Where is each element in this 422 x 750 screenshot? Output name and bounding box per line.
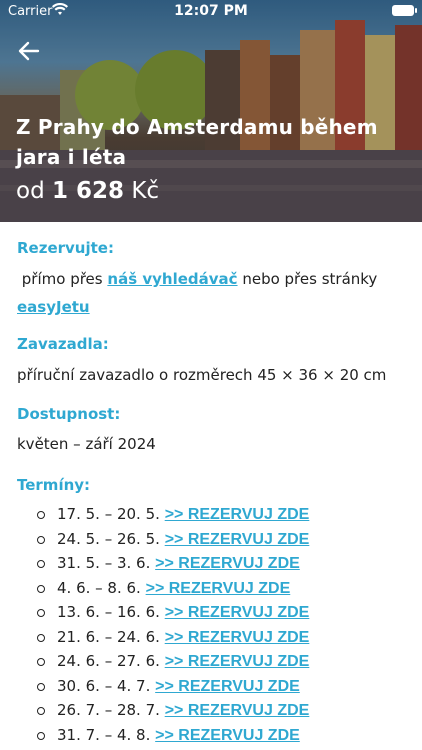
bullet-icon xyxy=(37,609,45,617)
term-dates: 31. 5. – 3. 6. xyxy=(57,554,151,572)
reserve-link[interactable]: >> REZERVUJ ZDE xyxy=(155,727,300,744)
term-dates: 4. 6. – 8. 6. xyxy=(57,578,141,597)
easyjet-link[interactable]: easyJetu xyxy=(17,298,90,316)
reserve-link[interactable]: >> REZERVUJ ZDE xyxy=(165,653,310,670)
list-item: 21. 6. – 24. 6. >> REZERVUJ ZDE xyxy=(17,625,409,650)
rezervujte-label: Rezervujte: xyxy=(17,239,114,257)
dostupnost-label: Dostupnost: xyxy=(17,405,121,423)
terms-list: 17. 5. – 20. 5. >> REZERVUJ ZDE 24. 5. –… xyxy=(17,502,409,747)
rezervujte-text-2: nebo přes stránky xyxy=(242,270,378,288)
reserve-link[interactable]: >> REZERVUJ ZDE xyxy=(165,531,310,548)
bullet-icon xyxy=(37,535,45,544)
list-item: 30. 6. – 4. 7. >> REZERVUJ ZDE xyxy=(17,674,409,699)
list-item: 13. 6. – 16. 6. >> REZERVUJ ZDE xyxy=(17,600,409,625)
status-bar: Carrier 12:07 PM xyxy=(0,0,422,22)
term-dates: 26. 7. – 28. 7. xyxy=(57,701,160,719)
zavazadla-label: Zavazadla: xyxy=(17,335,109,353)
price: od 1 628 Kč xyxy=(16,176,159,206)
price-value: 1 628 xyxy=(51,178,125,204)
price-currency: Kč xyxy=(131,178,160,204)
reserve-link[interactable]: >> REZERVUJ ZDE xyxy=(165,629,310,646)
price-prefix: od xyxy=(16,178,45,204)
zavazadla-text: příruční zavazadlo o rozměrech 45 × 36 ×… xyxy=(17,366,387,384)
terminy-label: Termíny: xyxy=(17,476,91,494)
bullet-icon xyxy=(37,633,45,642)
bullet-icon xyxy=(37,584,45,593)
list-item: 4. 6. – 8. 6. >> REZERVUJ ZDE xyxy=(17,576,409,601)
bullet-icon xyxy=(37,682,45,691)
reserve-link[interactable]: >> REZERVUJ ZDE xyxy=(165,702,310,719)
term-dates: 17. 5. – 20. 5. xyxy=(57,505,160,523)
bullet-icon xyxy=(37,511,45,519)
term-dates: 13. 6. – 16. 6. xyxy=(57,603,160,621)
bullet-icon xyxy=(37,731,45,740)
reserve-link[interactable]: >> REZERVUJ ZDE xyxy=(146,580,291,597)
rezervujte-text: přímo přes náš vyhledávač nebo přes strá… xyxy=(17,265,397,321)
reserve-link[interactable]: >> REZERVUJ ZDE xyxy=(155,678,300,695)
page-title: Z Prahy do Amsterdamu během jara i léta xyxy=(16,115,378,169)
term-dates: 21. 6. – 24. 6. xyxy=(57,627,160,646)
bullet-icon xyxy=(37,658,45,666)
term-dates: 24. 6. – 27. 6. xyxy=(57,652,160,670)
reserve-link[interactable]: >> REZERVUJ ZDE xyxy=(165,506,310,523)
back-arrow-icon[interactable] xyxy=(16,38,44,66)
list-item: 24. 6. – 27. 6. >> REZERVUJ ZDE xyxy=(17,649,409,674)
list-item: 31. 5. – 3. 6. >> REZERVUJ ZDE xyxy=(17,551,409,576)
clock-label: 12:07 PM xyxy=(174,3,248,19)
bullet-icon xyxy=(37,707,45,715)
term-dates: 24. 5. – 26. 5. xyxy=(57,529,160,548)
term-dates: 30. 6. – 4. 7. xyxy=(57,676,151,695)
list-item: 17. 5. – 20. 5. >> REZERVUJ ZDE xyxy=(17,502,409,527)
list-item: 26. 7. – 28. 7. >> REZERVUJ ZDE xyxy=(17,698,409,723)
search-link[interactable]: náš vyhledávač xyxy=(107,270,237,288)
battery-icon xyxy=(392,5,417,16)
dostupnost-text: květen – září 2024 xyxy=(17,435,156,453)
reserve-link[interactable]: >> REZERVUJ ZDE xyxy=(155,555,300,572)
reserve-link[interactable]: >> REZERVUJ ZDE xyxy=(165,604,310,621)
rezervujte-text-1: přímo přes xyxy=(21,270,103,288)
bullet-icon xyxy=(37,560,45,568)
list-item: 31. 7. – 4. 8. >> REZERVUJ ZDE xyxy=(17,723,409,748)
term-dates: 31. 7. – 4. 8. xyxy=(57,725,151,744)
list-item: 24. 5. – 26. 5. >> REZERVUJ ZDE xyxy=(17,527,409,552)
